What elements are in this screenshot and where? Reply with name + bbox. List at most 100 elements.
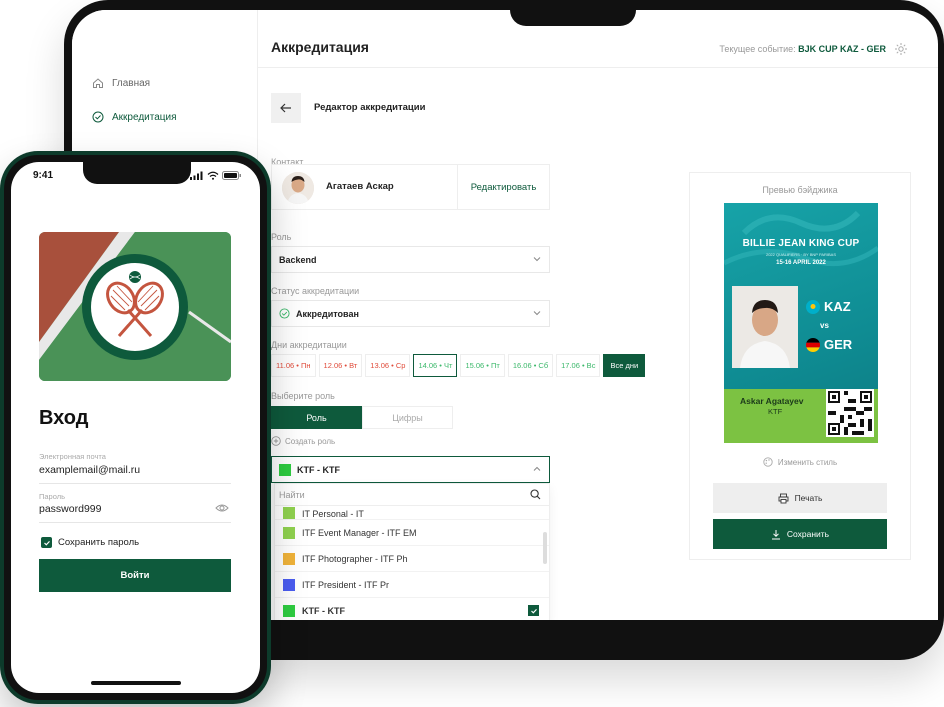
wifi-icon (207, 171, 219, 180)
email-label: Электронная почта (39, 452, 106, 461)
password-label: Пароль (39, 492, 66, 501)
home-icon (92, 77, 104, 89)
days-label: Дни аккредитации (271, 340, 347, 350)
status-bar-icons (190, 171, 242, 180)
kazakhstan-flag-icon (806, 299, 820, 314)
printer-icon (778, 493, 789, 503)
login-button[interactable]: Войти (39, 559, 231, 592)
team-1-label: KAZ (824, 299, 851, 314)
day-chip[interactable]: 15.06 • Пт (460, 354, 505, 377)
choose-role-label: Выберите роль (271, 391, 335, 401)
badge-bottom-panel: Askar Agatayev KTF (724, 389, 878, 443)
dropdown-scrollbar[interactable] (543, 532, 547, 564)
checkbox-checked-icon[interactable] (528, 605, 539, 616)
all-days-button[interactable]: Все дни (603, 354, 646, 377)
status-select[interactable]: Аккредитован (271, 300, 550, 327)
tablet-camera-notch (510, 0, 636, 26)
day-chip[interactable]: 12.06 • Вт (318, 354, 363, 377)
list-item-label: KTF - KTF (302, 605, 345, 616)
role-color-swatch (283, 552, 295, 565)
sidebar-item-accreditation[interactable]: Аккредитация (92, 111, 177, 123)
role-dropdown-list: Найти IT Personal - IT ITF Event Manager… (274, 483, 550, 620)
email-field[interactable]: examplemail@mail.ru (39, 464, 140, 476)
qr-code-icon (826, 389, 874, 437)
editor-main: Редактор аккредитации Контакт Агатаев Ас… (258, 68, 938, 620)
role-color-swatch (279, 463, 291, 476)
palette-icon (763, 457, 773, 467)
plus-circle-icon (271, 436, 281, 446)
day-chip-selected[interactable]: 14.06 • Чт (413, 354, 458, 377)
change-style-button[interactable]: Изменить стиль (690, 457, 910, 467)
day-chip[interactable]: 17.06 • Вс (556, 354, 601, 377)
password-field[interactable]: password999 (39, 503, 101, 515)
create-role-button[interactable]: Создать роль (271, 436, 335, 446)
remember-password-checkbox[interactable]: Сохранить пароль (41, 537, 139, 548)
home-indicator (91, 681, 181, 685)
phone-screen: 9:41 Вход Электронная почта examplemail@… (11, 162, 260, 693)
list-item-label: ITF Photographer - ITF Ph (302, 553, 408, 564)
day-chip[interactable]: 11.06 • Пн (271, 354, 316, 377)
badge-person-role: KTF (768, 407, 783, 416)
days-row: 11.06 • Пн 12.06 • Вт 13.06 • Ср 14.06 •… (271, 354, 646, 377)
back-button[interactable] (271, 93, 301, 123)
password-underline (39, 522, 231, 523)
sidebar-item-home[interactable]: Главная (92, 77, 150, 89)
germany-flag-icon (806, 337, 820, 352)
list-item[interactable]: IT Personal - IT (275, 506, 549, 520)
badge-vs: vs (820, 321, 829, 330)
chevron-down-icon (533, 257, 541, 262)
editor-title: Редактор аккредитации (314, 102, 426, 113)
list-item[interactable]: ITF Photographer - ITF Ph (275, 546, 549, 572)
status-select-value: Аккредитован (296, 308, 359, 319)
badge-preview-card: Превью бэйджика BILLIE JEAN KING CUP 202… (689, 172, 911, 560)
list-item[interactable]: ITF Event Manager - ITF EM (275, 520, 549, 546)
list-item-label: IT Personal - IT (302, 509, 364, 519)
tennis-court-hero-image (39, 232, 231, 381)
status-time: 9:41 (33, 170, 54, 181)
print-label: Печать (794, 493, 823, 503)
avatar (282, 172, 314, 204)
checkbox-checked-icon[interactable] (41, 537, 52, 548)
arrow-left-icon (280, 103, 291, 113)
list-item-selected[interactable]: KTF - KTF (275, 598, 549, 620)
team-2-label: GER (824, 337, 853, 352)
sidebar-item-label: Аккредитация (112, 111, 177, 123)
eye-icon[interactable] (215, 500, 229, 518)
badge-team-1: KAZ (806, 299, 851, 314)
badge-photo (732, 286, 798, 368)
list-item[interactable]: ITF President - ITF Pr (275, 572, 549, 598)
day-chip[interactable]: 13.06 • Ср (365, 354, 411, 377)
check-circle-icon (279, 308, 290, 319)
current-event: Текущее событие: BJK CUP KAZ - GER (719, 44, 886, 54)
role-color-swatch (283, 526, 295, 539)
contact-name: Агатаев Аскар (326, 181, 394, 192)
edit-contact-button[interactable]: Редактировать (457, 165, 549, 209)
chevron-up-icon (533, 466, 541, 471)
tab-role[interactable]: Роль (271, 406, 362, 429)
badge-person-name: Askar Agatayev (740, 396, 804, 406)
role-dropdown-select[interactable]: KTF - KTF (271, 456, 550, 483)
role-dropdown-value: KTF - KTF (297, 464, 340, 475)
current-event-label: Текущее событие: (719, 44, 796, 54)
day-chip[interactable]: 16.06 • Сб (507, 354, 554, 377)
search-input[interactable]: Найти (279, 490, 305, 500)
phone-notch (83, 162, 191, 184)
role-tabs: Роль Цифры (271, 406, 453, 429)
badge-preview: BILLIE JEAN KING CUP 2022 QUALIFIERS · B… (724, 203, 878, 443)
gear-icon[interactable] (894, 42, 908, 56)
role-select[interactable]: Backend (271, 246, 550, 273)
print-button[interactable]: Печать (713, 483, 887, 513)
role-select-value: Backend (279, 254, 317, 265)
save-button[interactable]: Сохранить (713, 519, 887, 549)
battery-icon (222, 171, 241, 180)
tab-numbers[interactable]: Цифры (362, 406, 453, 429)
page-title: Аккредитация (271, 39, 369, 55)
role-color-swatch (283, 507, 295, 519)
badge-team-2: GER (806, 337, 852, 352)
dropdown-search[interactable]: Найти (275, 484, 549, 506)
phone-device: 9:41 Вход Электронная почта examplemail@… (0, 151, 271, 704)
status-label: Статус аккредитации (271, 286, 360, 296)
phone-bezel: 9:41 Вход Электронная почта examplemail@… (4, 155, 267, 700)
list-item-label: ITF Event Manager - ITF EM (302, 527, 417, 538)
badge-title: BILLIE JEAN KING CUP (742, 238, 860, 249)
